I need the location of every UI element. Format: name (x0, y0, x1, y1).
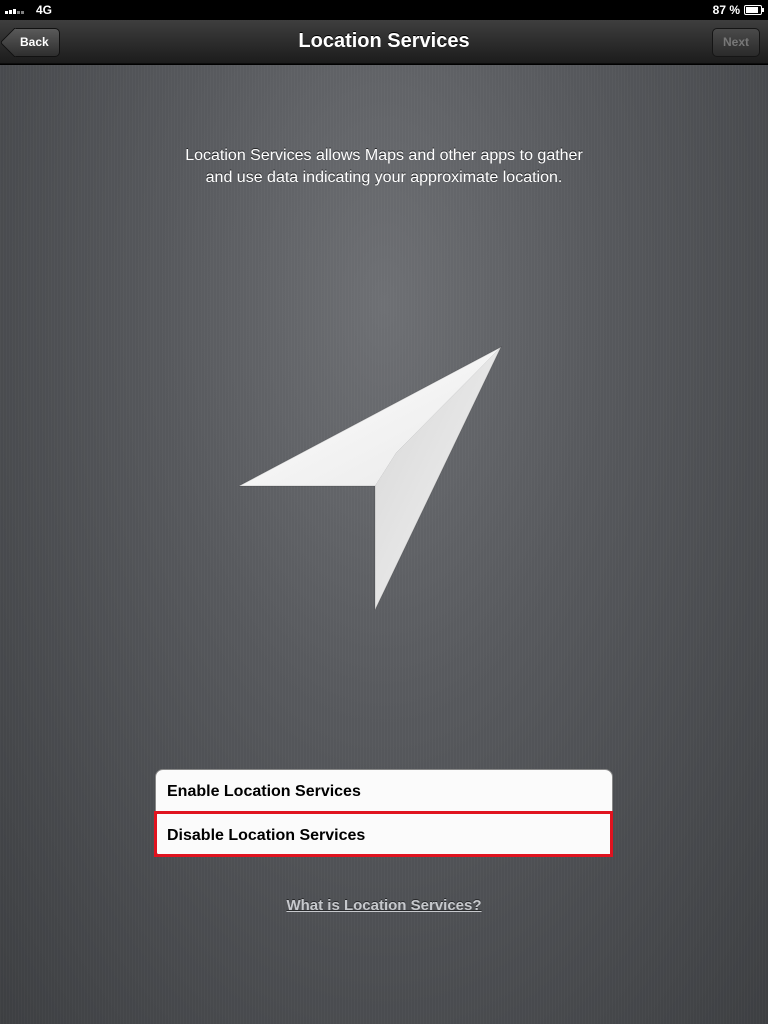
enable-location-services-option[interactable]: Enable Location Services (156, 770, 612, 814)
status-bar: 4G 87 % (0, 0, 768, 20)
next-button[interactable]: Next (712, 28, 760, 57)
navigation-bar: Back Location Services Next (0, 20, 768, 64)
main-content: Location Services allows Maps and other … (0, 65, 768, 1024)
signal-strength-icon (5, 6, 24, 14)
what-is-location-services-link[interactable]: What is Location Services? (0, 897, 768, 914)
battery-percent: 87 % (712, 3, 740, 17)
battery-icon (744, 5, 764, 15)
disable-location-services-option[interactable]: Disable Location Services (156, 814, 612, 858)
location-arrow-icon (238, 345, 503, 611)
back-button-label: Back (20, 35, 49, 49)
battery-fill (746, 7, 759, 13)
carrier-label: 4G (36, 3, 53, 17)
page-title: Location Services (298, 30, 470, 52)
location-options-group: Enable Location Services Disable Locatio… (155, 769, 613, 857)
location-services-description: Location Services allows Maps and other … (185, 147, 583, 186)
